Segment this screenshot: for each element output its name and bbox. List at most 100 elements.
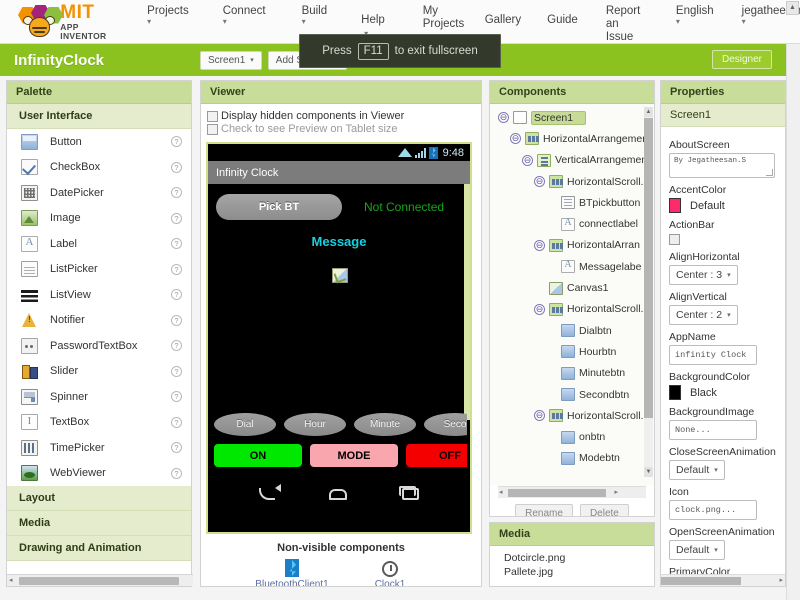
nav-item-connect[interactable]: Connect ▾ <box>217 5 272 26</box>
tree-node-minutebtn[interactable]: Minutebtn <box>490 363 654 384</box>
nav-item-gallery[interactable]: Gallery <box>479 5 527 27</box>
rename-button[interactable]: Rename <box>515 504 573 516</box>
mode-button[interactable]: MODE <box>310 444 398 467</box>
palette-section-layout[interactable]: Layout <box>7 486 191 511</box>
checkbox-tablet-preview[interactable]: Check to see Preview on Tablet size <box>207 123 475 135</box>
accentcolor-picker[interactable]: Default <box>669 198 777 213</box>
scroll-left-arrow-icon[interactable]: ◂ <box>9 577 13 585</box>
non-visible-clock1[interactable]: Clock1 <box>353 559 427 586</box>
scrollbar-thumb[interactable] <box>19 577 179 585</box>
tree-node-canvas1[interactable]: Canvas1 <box>490 277 654 298</box>
help-icon[interactable]: ? <box>171 263 182 275</box>
closescreenanimation-select[interactable]: Default ▾ <box>669 460 725 480</box>
help-icon[interactable]: ? <box>171 289 182 301</box>
media-file-item[interactable]: Pallete.jpg <box>490 564 654 578</box>
collapse-icon[interactable]: ⊖ <box>534 239 545 251</box>
help-icon[interactable]: ? <box>171 238 182 250</box>
palette-item-listpicker[interactable]: ListPicker ? <box>7 257 191 283</box>
palette-item-textbox[interactable]: TextBox ? <box>7 410 191 436</box>
tree-horizontal-scrollbar[interactable]: ◂ ▸ <box>498 486 646 498</box>
scrollbar-thumb[interactable] <box>661 577 741 585</box>
dial-button[interactable]: Dial <box>214 413 276 436</box>
nav-item-language[interactable]: English ▾ <box>670 5 720 26</box>
pick-bt-button[interactable]: Pick BT <box>216 194 342 220</box>
backgroundcolor-picker[interactable]: Black <box>669 385 777 400</box>
tree-node-horizontalscroll-3[interactable]: ⊖ HorizontalScroll.. <box>490 405 654 426</box>
palette-item-checkbox[interactable]: CheckBox ? <box>7 155 191 181</box>
collapse-icon[interactable]: ⊖ <box>534 410 545 422</box>
tree-node-messagelabel[interactable]: Messagelabe <box>490 256 654 277</box>
palette-item-webviewer[interactable]: WebViewer ? <box>7 461 191 487</box>
scroll-right-arrow-icon[interactable]: ▸ <box>614 488 618 496</box>
collapse-icon[interactable]: ⊖ <box>510 133 521 145</box>
tree-node-hourbtn[interactable]: Hourbtn <box>490 341 654 362</box>
palette-item-label[interactable]: Label ? <box>7 231 191 257</box>
aboutscreen-textarea[interactable]: By Jegatheesan.S <box>669 153 775 178</box>
scroll-up-arrow-icon[interactable]: ▲ <box>644 107 653 117</box>
non-visible-bluetoothclient1[interactable]: BluetoothClient1 <box>255 559 329 586</box>
help-icon[interactable]: ? <box>171 442 182 454</box>
scrollbar-thumb[interactable] <box>508 489 606 497</box>
mit-app-inventor-logo[interactable]: MIT APP INVENTOR <box>16 3 115 40</box>
tree-node-onbtn[interactable]: onbtn <box>490 426 654 447</box>
icon-input[interactable]: clock.png... <box>669 500 757 520</box>
canvas-component-icon[interactable] <box>332 268 348 283</box>
palette-item-image[interactable]: Image ? <box>7 206 191 232</box>
help-icon[interactable]: ? <box>171 136 182 148</box>
palette-item-slider[interactable]: Slider ? <box>7 359 191 385</box>
palette-item-timepicker[interactable]: TimePicker ? <box>7 435 191 461</box>
checkbox-icon[interactable] <box>207 110 218 122</box>
help-icon[interactable]: ? <box>171 314 182 326</box>
tree-node-connectlabel[interactable]: connectlabel <box>490 213 654 234</box>
tree-node-modebtn[interactable]: Modebtn <box>490 448 654 469</box>
properties-horizontal-scrollbar[interactable]: ▸ <box>661 574 785 586</box>
collapse-icon[interactable]: ⊖ <box>522 154 533 166</box>
on-button[interactable]: ON <box>214 444 302 467</box>
alignvertical-select[interactable]: Center : 2 ▾ <box>669 305 738 325</box>
tree-node-btpickbutton[interactable]: BTpickbutton <box>490 192 654 213</box>
nav-item-build[interactable]: Build ▾ <box>296 5 334 26</box>
scrollbar-thumb[interactable] <box>644 118 653 418</box>
screen-selector-dropdown[interactable]: Screen1 ▾ <box>200 50 262 70</box>
palette-item-spinner[interactable]: Spinner ? <box>7 384 191 410</box>
appname-input[interactable]: infinity Clock <box>669 345 757 365</box>
off-button[interactable]: OFF <box>406 444 467 467</box>
help-icon[interactable]: ? <box>171 391 182 403</box>
help-icon[interactable]: ? <box>171 212 182 224</box>
help-icon[interactable]: ? <box>171 340 182 352</box>
backgroundimage-input[interactable]: None... <box>669 420 757 440</box>
tree-node-screen1[interactable]: ⊖ Screen1 <box>490 107 654 128</box>
help-icon[interactable]: ? <box>171 416 182 428</box>
palette-horizontal-scrollbar[interactable]: ◂ <box>7 574 193 586</box>
designer-toggle-button[interactable]: Designer <box>711 50 772 69</box>
checkbox-icon[interactable] <box>207 123 218 135</box>
scroll-down-arrow-icon[interactable]: ▼ <box>644 467 653 477</box>
palette-item-passwordtextbox[interactable]: PasswordTextBox ? <box>7 333 191 359</box>
help-icon[interactable]: ? <box>171 467 182 479</box>
nav-item-report-an-issue[interactable]: Report an Issue <box>600 5 652 44</box>
checkbox-display-hidden-components[interactable]: Display hidden components in Viewer <box>207 110 475 122</box>
tree-node-horizontalscroll-1[interactable]: ⊖ HorizontalScroll.. <box>490 171 654 192</box>
tree-vertical-scrollbar[interactable]: ▲ ▼ <box>644 107 653 477</box>
collapse-icon[interactable]: ⊖ <box>534 303 545 315</box>
nav-item-projects[interactable]: Projects ▾ <box>141 5 195 26</box>
palette-item-button[interactable]: Button ? <box>7 129 191 155</box>
help-icon[interactable]: ? <box>171 187 182 199</box>
scroll-up-arrow-icon[interactable]: ▲ <box>786 1 799 15</box>
nav-item-guide[interactable]: Guide <box>541 5 584 27</box>
openscreenanimation-select[interactable]: Default ▾ <box>669 540 725 560</box>
alignhorizontal-select[interactable]: Center : 3 ▾ <box>669 265 738 285</box>
palette-item-listview[interactable]: ListView ? <box>7 282 191 308</box>
scroll-left-arrow-icon[interactable]: ◂ <box>499 488 503 496</box>
tree-node-horizontalscroll-2[interactable]: ⊖ HorizontalScroll.. <box>490 299 654 320</box>
collapse-icon[interactable]: ⊖ <box>498 112 509 124</box>
tree-node-verticalarrangement1[interactable]: ⊖ VerticalArrangemen <box>490 150 654 171</box>
delete-button[interactable]: Delete <box>579 504 629 516</box>
minute-button[interactable]: Minute <box>354 413 416 436</box>
tree-node-horizontalarrangement2[interactable]: ⊖ HorizontalArran <box>490 235 654 256</box>
tree-node-horizontalarrangement1[interactable]: ⊖ HorizontalArrangemen <box>490 128 654 149</box>
scroll-right-arrow-icon[interactable]: ▸ <box>779 576 783 584</box>
second-button[interactable]: Seco <box>424 413 467 436</box>
tree-node-dialbtn[interactable]: Dialbtn <box>490 320 654 341</box>
palette-section-user-interface[interactable]: User Interface <box>7 104 191 129</box>
